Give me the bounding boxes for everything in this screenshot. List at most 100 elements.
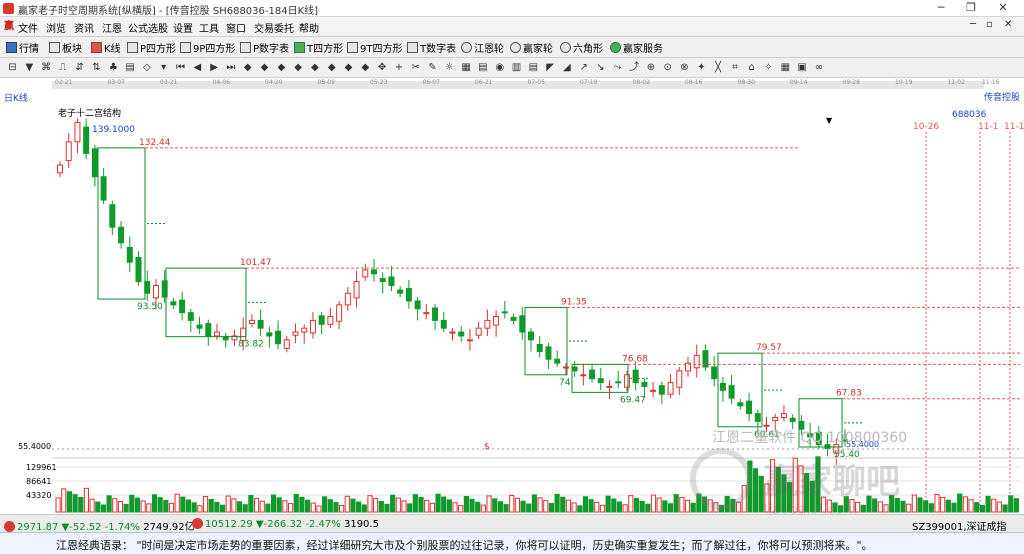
volume-bar xyxy=(299,496,305,513)
toolbar-service-button[interactable]: 赢家服务 xyxy=(610,40,663,55)
tool-tool-a-icon[interactable]: ⌘ xyxy=(40,61,53,74)
toolbar-kline-button[interactable]: K线 xyxy=(91,40,121,55)
tool-list-icon[interactable]: ▤ xyxy=(476,61,489,74)
candle xyxy=(623,374,630,388)
tool-table2-icon[interactable]: ▤ xyxy=(527,61,540,74)
tool-d2-icon[interactable]: ◆ xyxy=(258,61,271,74)
tool-d3-icon[interactable]: ◆ xyxy=(275,61,288,74)
maximize-button[interactable]: ❐ xyxy=(956,0,986,16)
tool-caret-icon[interactable]: ▾ xyxy=(157,61,170,74)
tool-d5-icon[interactable]: ◆ xyxy=(308,61,321,74)
tool-d4-icon[interactable]: ◆ xyxy=(292,61,305,74)
tool-sun-icon[interactable]: ☼ xyxy=(443,61,456,74)
tool-pen-icon[interactable]: ✎ xyxy=(426,61,439,74)
candle xyxy=(83,126,90,154)
tool-spark-icon[interactable]: ✧ xyxy=(762,61,775,74)
tool-last-icon[interactable]: ⏭ xyxy=(224,61,237,74)
tool-grid-icon[interactable]: ▦ xyxy=(460,61,473,74)
tool-dropdown-icon[interactable]: ▼ xyxy=(23,61,36,74)
candle xyxy=(327,316,334,325)
tool-grid2-icon[interactable]: ▦ xyxy=(779,61,792,74)
tool-d7-icon[interactable]: ◆ xyxy=(342,61,355,74)
toolbar-hexagon-button[interactable]: 六角形 xyxy=(560,40,603,55)
candle xyxy=(135,257,142,283)
tool-layout-icon[interactable]: ⊟ xyxy=(6,61,19,74)
menu-gann[interactable]: 江恩 xyxy=(102,20,122,35)
tool-x-circle-icon[interactable]: ⊗ xyxy=(678,61,691,74)
tool-tool-b-icon[interactable]: ⎍ xyxy=(56,61,69,74)
toolbar-quotes-button[interactable]: 行情 xyxy=(6,40,39,55)
tool-curve-icon[interactable]: ⤳ xyxy=(611,61,624,74)
tool-next-icon[interactable]: ▶ xyxy=(208,61,221,74)
candle xyxy=(580,374,587,377)
menu-window[interactable]: 窗口 xyxy=(226,20,246,35)
mdi-close-button[interactable]: ✕ xyxy=(1004,19,1012,30)
sz-amount: 3190.5 xyxy=(343,519,379,530)
volume-bar xyxy=(146,503,152,513)
menu-formula[interactable]: 公式选股 xyxy=(128,20,168,35)
tool-plus-circle-icon[interactable]: ⊕ xyxy=(644,61,657,74)
tool-home-icon[interactable]: ⌂ xyxy=(745,61,758,74)
toolbar-p-table-button[interactable]: P数字表 xyxy=(240,40,289,55)
volume-bar xyxy=(611,498,617,513)
tool-d8-icon[interactable]: ◆ xyxy=(359,61,372,74)
toolbar-t-table-button[interactable]: T数字表 xyxy=(407,40,456,55)
toolbar-p-square-button[interactable]: P四方形 xyxy=(127,40,176,55)
tool-up-down2-icon[interactable]: ⇅ xyxy=(90,61,103,74)
volume-bar xyxy=(242,504,248,513)
minimize-button[interactable]: ─ xyxy=(926,0,956,16)
tool-up-down-icon[interactable]: ⇵ xyxy=(73,61,86,74)
tool-first-icon[interactable]: ⏮ xyxy=(174,61,187,74)
close-button[interactable]: ✕ xyxy=(988,0,1018,16)
candle xyxy=(248,319,255,325)
menu-trade[interactable]: 交易委托 xyxy=(254,20,294,35)
tool-box-icon[interactable]: ▣ xyxy=(796,61,809,74)
mdi-restore-button[interactable]: ▫ xyxy=(986,19,993,30)
toolbar-9t-square-button[interactable]: 9T四方形 xyxy=(347,40,402,55)
menu-browse[interactable]: 浏览 xyxy=(46,20,66,35)
tool-d1-icon[interactable]: ◆ xyxy=(241,61,254,74)
tool-circle-icon[interactable]: ◉ xyxy=(493,61,506,74)
menu-help[interactable]: 帮助 xyxy=(299,20,319,35)
volume-bar xyxy=(599,504,606,513)
candle xyxy=(57,164,63,174)
tool-dot-circle-icon[interactable]: ⊙ xyxy=(661,61,674,74)
tool-tri-down-icon[interactable]: ◢ xyxy=(560,61,573,74)
volume-bar xyxy=(78,496,84,513)
tool-cut-icon[interactable]: ✂ xyxy=(409,61,422,74)
tool-crosshair-icon[interactable]: + xyxy=(392,61,405,74)
tool-cross-icon[interactable]: ╳ xyxy=(712,61,725,74)
tool-infinity-icon[interactable]: ∞ xyxy=(812,61,825,74)
tool-move-icon[interactable]: ✥ xyxy=(376,61,389,74)
candle xyxy=(371,269,377,275)
volume-bar xyxy=(645,503,651,513)
tool-table-icon[interactable]: ▤ xyxy=(124,61,137,74)
tool-prev-icon[interactable]: ◀ xyxy=(191,61,204,74)
tool-hash-icon[interactable]: ⌗ xyxy=(728,61,741,74)
menu-file[interactable]: 文件 xyxy=(18,20,38,35)
mdi-minimize-button[interactable]: ─ xyxy=(970,19,976,30)
toolbar-sector-button[interactable]: 板块 xyxy=(49,40,82,55)
status-index-code[interactable]: SZ399001,深证成指 xyxy=(912,518,1007,533)
tool-bars-icon[interactable]: ▥ xyxy=(510,61,523,74)
toolbar-t-square-button[interactable]: T四方形 xyxy=(294,40,343,55)
menu-settings[interactable]: 设置 xyxy=(173,20,193,35)
tool-arrow-se-icon[interactable]: ↘ xyxy=(594,61,607,74)
toolbar-9p-square-button[interactable]: 9P四方形 xyxy=(180,40,235,55)
toolbar-winner-wheel-button[interactable]: 赢家轮 xyxy=(510,40,553,55)
tool-tri-up-icon[interactable]: ◤ xyxy=(544,61,557,74)
candle xyxy=(780,413,787,418)
menu-tools[interactable]: 工具 xyxy=(199,20,219,35)
volume-bar xyxy=(526,503,532,513)
tool-diamond-icon[interactable]: ◇ xyxy=(140,61,153,74)
menu-news[interactable]: 资讯 xyxy=(74,20,94,35)
tool-club-icon[interactable]: ♣ xyxy=(107,61,120,74)
toolbar-label: P四方形 xyxy=(140,44,177,55)
tool-star-icon[interactable]: ✦ xyxy=(695,61,708,74)
sh-index[interactable]: 2971.87 ▼-52.52 -1.74% 2749.92亿 xyxy=(4,518,195,533)
toolbar-gann-wheel-button[interactable]: 江恩轮 xyxy=(461,40,504,55)
tool-curve2-icon[interactable]: ⤴ xyxy=(628,61,641,74)
tool-arrow-ne-icon[interactable]: ↗ xyxy=(577,61,590,74)
tool-d6-icon[interactable]: ◆ xyxy=(325,61,338,74)
sz-index[interactable]: 10512.29 ▼-266.32 -2.47% 3190.5 xyxy=(192,518,379,530)
